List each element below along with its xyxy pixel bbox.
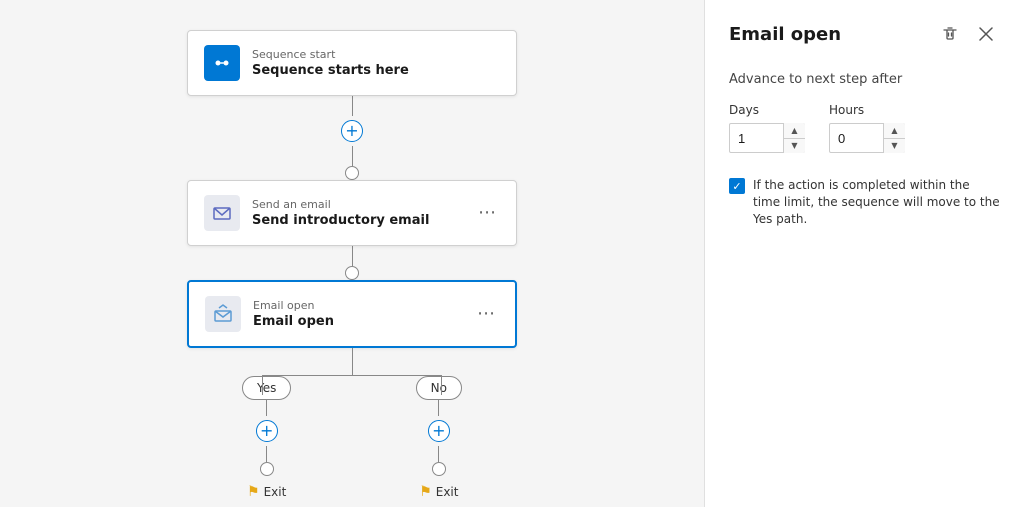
branch-left-vert: [262, 375, 263, 395]
advance-label: Advance to next step after: [729, 72, 1000, 87]
email-open-content: Email open Email open: [253, 299, 473, 329]
checkbox-label: If the action is completed within the ti…: [753, 177, 1000, 227]
no-exit-label: Exit: [436, 485, 459, 499]
sequence-start-content: Sequence start Sequence starts here: [252, 48, 500, 78]
checkmark-icon: ✓: [732, 181, 741, 192]
time-inputs: Days ▲ ▼ Hours ▲ ▼: [729, 103, 1000, 153]
delete-icon: [942, 26, 958, 42]
line-1: [352, 96, 353, 116]
email-open-node[interactable]: Email open Email open ⋯: [187, 280, 517, 348]
yes-line: [266, 400, 267, 416]
send-email-node[interactable]: Send an email Send introductory email ⋯: [187, 180, 517, 246]
email-open-menu[interactable]: ⋯: [473, 303, 499, 325]
checkbox[interactable]: ✓: [729, 178, 745, 194]
email-open-subtitle: Email open: [253, 299, 473, 312]
no-branch: No + ⚑ Exit: [416, 376, 462, 500]
no-line2: [438, 446, 439, 462]
send-email-menu[interactable]: ⋯: [474, 202, 500, 224]
days-decrement[interactable]: ▼: [784, 139, 805, 154]
branch-top-line: [352, 348, 353, 376]
connector-1: +: [341, 96, 363, 180]
hours-spinners: ▲ ▼: [883, 123, 905, 153]
flow-container: Sequence start Sequence starts here + Se…: [182, 20, 522, 500]
send-email-icon: [204, 195, 240, 231]
branch-horiz-line: [262, 375, 442, 376]
send-email-content: Send an email Send introductory email: [252, 198, 474, 228]
canvas-area: Sequence start Sequence starts here + Se…: [0, 0, 704, 507]
no-circle: [432, 462, 446, 476]
no-line: [438, 400, 439, 416]
days-increment[interactable]: ▲: [784, 123, 805, 139]
email-open-title: Email open: [253, 314, 473, 329]
no-label[interactable]: No: [416, 376, 462, 400]
circle-2: [345, 266, 359, 280]
sequence-start-title: Sequence starts here: [252, 63, 500, 78]
yes-circle: [260, 462, 274, 476]
panel-header: Email open: [729, 20, 1000, 48]
sequence-start-icon: [204, 45, 240, 81]
yes-branch: Yes + ⚑ Exit: [242, 376, 291, 500]
checkbox-row: ✓ If the action is completed within the …: [729, 177, 1000, 227]
connector-2: [345, 246, 359, 280]
hours-input-group: Hours ▲ ▼: [829, 103, 905, 153]
yes-exit: ⚑ Exit: [247, 484, 286, 500]
yes-label[interactable]: Yes: [242, 376, 291, 400]
send-email-title: Send introductory email: [252, 213, 474, 228]
days-label: Days: [729, 103, 805, 117]
close-button[interactable]: [972, 20, 1000, 48]
right-panel: Email open Advance to next step after Da…: [704, 0, 1024, 507]
branch-right-vert: [441, 375, 442, 395]
panel-header-actions: [936, 20, 1000, 48]
hours-label: Hours: [829, 103, 905, 117]
yes-flag-icon: ⚑: [247, 484, 260, 500]
send-email-subtitle: Send an email: [252, 198, 474, 211]
hours-decrement[interactable]: ▼: [884, 139, 905, 154]
panel-title: Email open: [729, 24, 841, 45]
line-2: [352, 246, 353, 266]
sequence-start-subtitle: Sequence start: [252, 48, 500, 61]
branch-split: [182, 348, 522, 376]
email-open-icon: [205, 296, 241, 332]
add-step-1[interactable]: +: [341, 120, 363, 142]
close-icon: [979, 27, 993, 41]
yes-exit-label: Exit: [264, 485, 287, 499]
add-step-yes[interactable]: +: [256, 420, 278, 442]
no-flag-icon: ⚑: [419, 484, 432, 500]
hours-input-wrap: ▲ ▼: [829, 123, 905, 153]
add-step-no[interactable]: +: [428, 420, 450, 442]
circle-1: [345, 166, 359, 180]
sequence-start-node[interactable]: Sequence start Sequence starts here: [187, 30, 517, 96]
branch-labels-row: Yes + ⚑ Exit No +: [182, 376, 522, 500]
branch-root: Yes + ⚑ Exit No +: [182, 348, 522, 500]
hours-increment[interactable]: ▲: [884, 123, 905, 139]
delete-button[interactable]: [936, 20, 964, 48]
days-spinners: ▲ ▼: [783, 123, 805, 153]
days-input-group: Days ▲ ▼: [729, 103, 805, 153]
line-1b: [352, 146, 353, 166]
days-input-wrap: ▲ ▼: [729, 123, 805, 153]
no-exit: ⚑ Exit: [419, 484, 458, 500]
yes-line2: [266, 446, 267, 462]
